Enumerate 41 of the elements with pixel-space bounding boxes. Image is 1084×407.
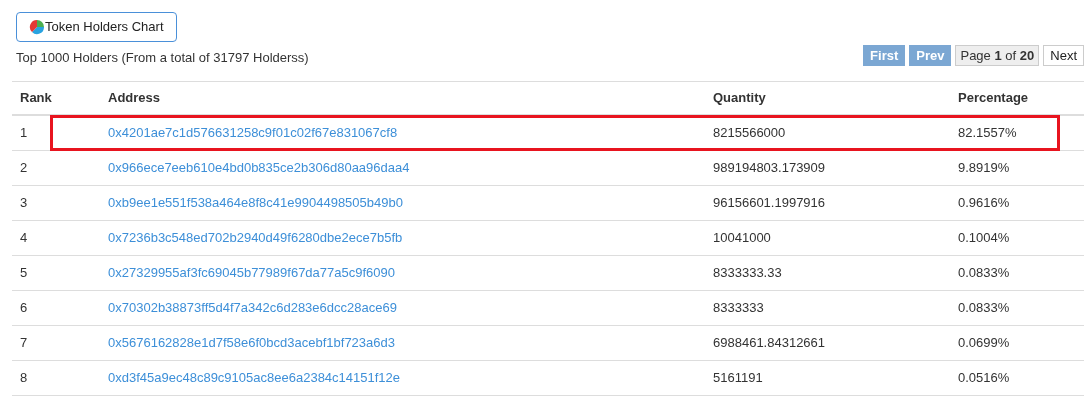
column-header: Address (100, 81, 705, 115)
percentage-cell: 0.0516% (950, 360, 1084, 395)
percentage-cell: 9.8919% (950, 150, 1084, 185)
rank-cell: 5 (12, 255, 100, 290)
address-link[interactable]: 0xd3f45a9ec48c89c9105ac8ee6a2384c14151f12e (108, 369, 401, 385)
rank-cell: 2 (12, 150, 100, 185)
quantity-cell: 989194803.173909 (705, 150, 950, 185)
quantity-cell: 8333333.33 (705, 255, 950, 290)
quantity-cell: 10041000 (705, 220, 950, 255)
percentage-cell: 0.1004% (950, 220, 1084, 255)
chart-button[interactable]: Token Holders Chart (16, 12, 177, 42)
quantity-cell: 96156601.1997916 (705, 185, 950, 220)
quantity-cell: 5161191 (705, 360, 950, 395)
percentage-cell: 0.0699% (950, 325, 1084, 360)
address-link[interactable]: 0xb9ee1e551f538a464e8f8c41e9904498505b49b0 (108, 194, 403, 210)
quantity-cell: 8333333 (705, 290, 950, 325)
address-link[interactable]: 0x5676162828e1d7f58e6f0bcd3acebf1bf723a6d3 (108, 334, 395, 350)
page-info: Page 1 of 20 (955, 44, 1040, 66)
address-link[interactable]: 0x7236b3c548ed702b2940d49f6280dbe2ece7b5fb (108, 229, 403, 245)
address-link[interactable]: 0x70302b38873ff5d4f7a342c6d283e6dcc28ace69 (108, 299, 397, 315)
rank-cell: 8 (12, 360, 100, 395)
quantity-cell: 6988461.84312661 (705, 325, 950, 360)
holders-summary: Top 1000 Holders (From a total of 31797 Holderss) (16, 49, 309, 67)
percentage-cell: 0.0833% (950, 255, 1084, 290)
quantity-cell: 8215566000 (705, 115, 950, 150)
percentage-cell: 82.1557% (950, 115, 1084, 150)
rank-cell: 1 (12, 115, 100, 150)
percentage-cell: 0.9616% (950, 185, 1084, 220)
pie-chart-icon (29, 19, 45, 35)
rank-cell: 3 (12, 185, 100, 220)
rank-cell: 4 (12, 220, 100, 255)
column-header: Rank (12, 81, 100, 115)
address-link[interactable]: 0x966ece7eeb610e4bd0b835ce2b306d80aa96daa4 (108, 159, 410, 175)
address-link[interactable]: 0x27329955af3fc69045b77989f67da77a5c9f6090 (108, 264, 395, 280)
rank-cell: 6 (12, 290, 100, 325)
address-link[interactable]: 0x4201ae7c1d576631258c9f01c02f67e831067cf8 (108, 125, 398, 140)
next-button[interactable]: Next (1043, 44, 1084, 66)
column-header: Quantity (705, 81, 950, 115)
rank-cell: 7 (12, 325, 100, 360)
percentage-cell: 0.0833% (950, 290, 1084, 325)
column-header: Percentage (950, 81, 1084, 115)
